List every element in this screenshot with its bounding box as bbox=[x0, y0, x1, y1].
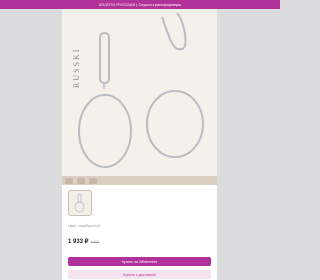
earring-thumbnail-icon bbox=[74, 193, 85, 213]
product-meta: Цвет: серебристый bbox=[68, 224, 100, 228]
price-row: 1 933 ₽ 2 662 bbox=[68, 238, 99, 248]
brand-watermark: RUSSKI bbox=[72, 47, 81, 88]
product-image[interactable] bbox=[62, 9, 217, 181]
old-price: 2 662 bbox=[90, 240, 100, 244]
gallery-dot[interactable] bbox=[77, 177, 85, 184]
gallery-dot[interactable] bbox=[65, 177, 73, 184]
buy-wildberries-button[interactable]: Купить на Wildberries bbox=[68, 257, 211, 266]
earrings-illustration bbox=[78, 12, 204, 168]
gallery-dot[interactable] bbox=[89, 177, 97, 184]
price: 1 933 ₽ bbox=[68, 239, 89, 245]
thumbnail-image[interactable] bbox=[68, 190, 92, 216]
top-bar: ЗОЛОТО РУССКИХ | Серьги-трансформеры bbox=[0, 0, 280, 9]
gallery-strip[interactable] bbox=[62, 176, 217, 185]
buy-delivery-button[interactable]: Купить с доставкой bbox=[68, 270, 211, 279]
page-title: ЗОЛОТО РУССКИХ | Серьги-трансформеры bbox=[98, 2, 182, 7]
